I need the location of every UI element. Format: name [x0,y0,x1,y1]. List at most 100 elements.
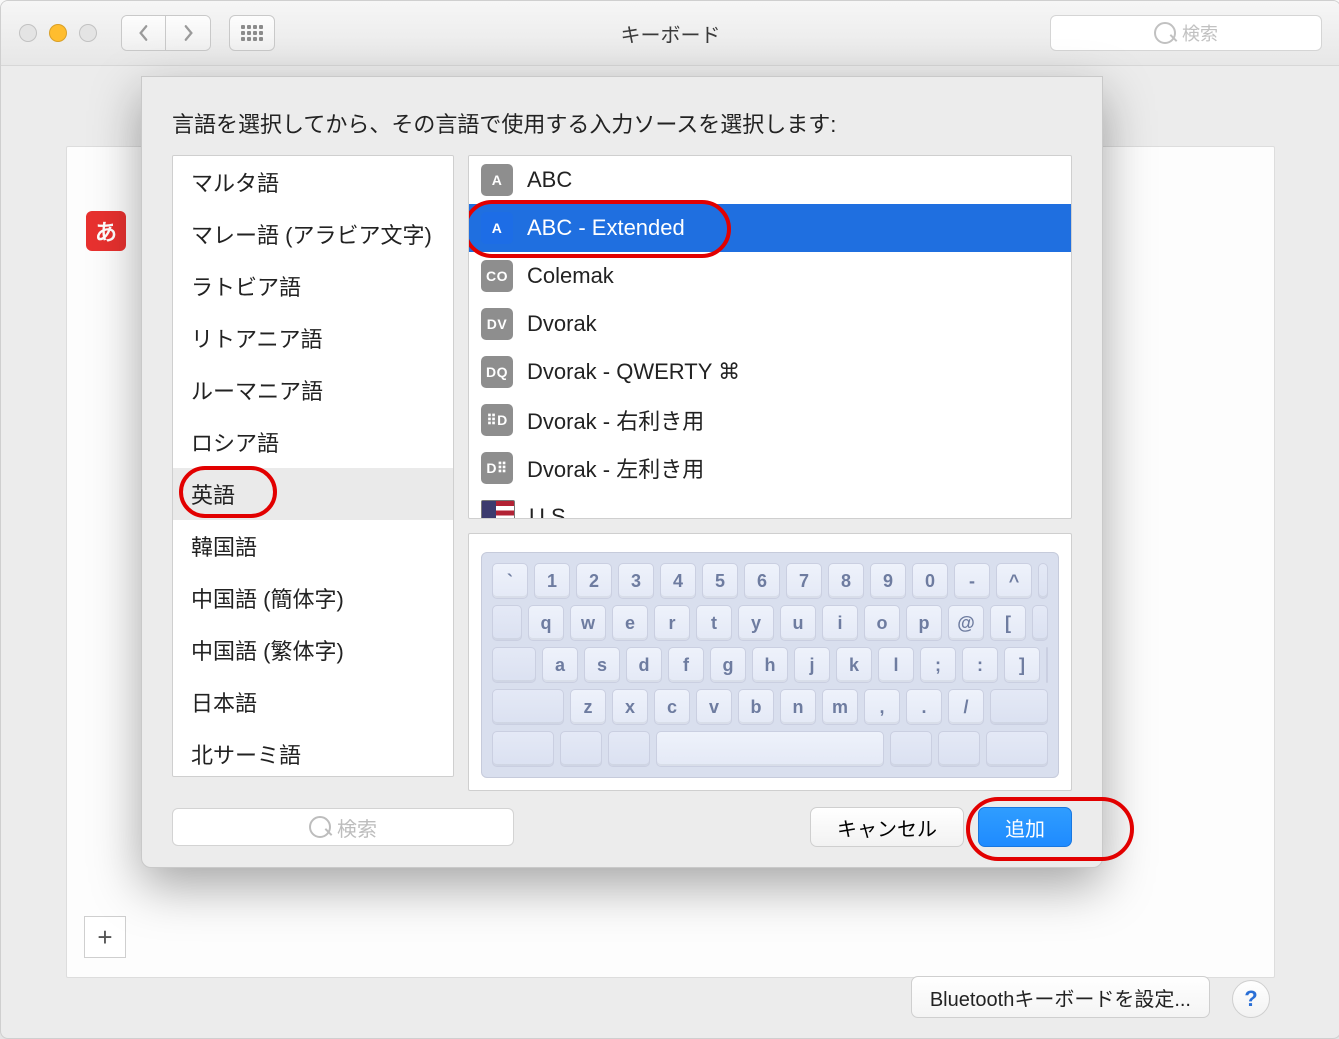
language-row[interactable]: ラトビア語 [173,260,453,312]
language-row[interactable]: 中国語 (簡体字) [173,572,453,624]
keyboard-key: t [696,605,732,641]
language-list[interactable]: マルタ語マレー語 (アラビア文字)ラトビア語リトアニア語ルーマニア語ロシア語英語… [172,155,454,777]
input-source-icon: D⠿ [481,452,513,484]
keyboard-key: k [836,647,872,683]
keyboard-key: i [822,605,858,641]
keyboard-key: y [738,605,774,641]
language-row[interactable]: 韓国語 [173,520,453,572]
input-source-row[interactable]: CO Colemak [469,252,1071,300]
language-row[interactable]: 英語 [173,468,453,520]
language-row[interactable]: ルーマニア語 [173,364,453,416]
keyboard-key: , [864,689,900,725]
keyboard-key: q [528,605,564,641]
cancel-button[interactable]: キャンセル [810,807,964,847]
keyboard-key: 8 [828,563,864,599]
sheet-search-placeholder: 検索 [337,813,377,842]
keyboard-key: h [752,647,788,683]
keyboard-key-spacer [560,731,602,767]
input-source-label: Dvorak [527,311,597,337]
keyboard-key: 3 [618,563,654,599]
keyboard-row [492,731,1048,767]
hiragana-input-icon[interactable]: あ [86,211,126,251]
keyboard-row: qwertyuiop@[ [492,605,1048,641]
keyboard-key: w [570,605,606,641]
keyboard-key: m [822,689,858,725]
annotation-language [179,466,277,518]
keyboard-key: 7 [786,563,822,599]
language-row[interactable]: リトアニア語 [173,312,453,364]
keyboard-key: v [696,689,732,725]
input-source-row[interactable]: ⠿D Dvorak - 右利き用 [469,396,1071,444]
keyboard-row: asdfghjkl;:] [492,647,1048,683]
keyboard-key: : [962,647,998,683]
keyboard-key-spacer [1046,647,1048,683]
keyboard-key: n [780,689,816,725]
input-source-label: Colemak [527,263,614,289]
keyboard-key: p [906,605,942,641]
keyboard-key: . [906,689,942,725]
input-source-row[interactable]: AABC - Extended [469,204,1071,252]
add-input-source-sheet: 言語を選択してから、その言語で使用する入力ソースを選択します: マルタ語マレー語… [141,76,1103,868]
input-source-label: U.S. [529,504,572,519]
keyboard-preview: `1234567890-^ qwertyuiop@[ asdfghjkl;:] zxc… [468,533,1072,791]
help-button[interactable]: ? [1232,980,1270,1018]
us-flag-icon [481,500,515,519]
search-icon [1154,22,1176,44]
input-source-row[interactable]: AABC [469,156,1071,204]
keyboard-key: 9 [870,563,906,599]
keyboard-key: b [738,689,774,725]
language-row[interactable]: マルタ語 [173,156,453,208]
keyboard-key-spacer [608,731,650,767]
keyboard-row: `1234567890-^ [492,563,1048,599]
keyboard-key: x [612,689,648,725]
keyboard-key: a [542,647,578,683]
keyboard-key-spacer [990,689,1048,725]
keyboard-key: ; [920,647,956,683]
window-title: キーボード [1,19,1339,48]
add-input-source-button[interactable]: + [84,916,126,958]
input-source-row[interactable]: D⠿Dvorak - 左利き用 [469,444,1071,492]
keyboard-key-spacer [986,731,1048,767]
input-source-label: Dvorak - 右利き用 [527,404,704,436]
keyboard-key: j [794,647,830,683]
keyboard-key-spacer [492,647,536,683]
sheet-search-field[interactable]: 検索 [172,808,514,846]
keyboard-key: r [654,605,690,641]
input-source-row[interactable]: DV Dvorak [469,300,1071,348]
input-source-icon: CO [481,260,513,292]
keyboard-key-spacer [492,605,522,641]
preferences-window: キーボード 検索 あ + Bluetoothキーボードを設定... ? 言語を選… [0,0,1339,1039]
language-row[interactable]: 北サーミ語 [173,728,453,777]
keyboard-row: zxcvbnm,./ [492,689,1048,725]
keyboard-key: 6 [744,563,780,599]
input-source-icon: ⠿D [481,404,513,436]
keyboard-key: [ [990,605,1026,641]
keyboard-key: c [654,689,690,725]
input-source-row[interactable]: DQDvorak - QWERTY ⌘ [469,348,1071,396]
keyboard-key: 4 [660,563,696,599]
keyboard-key: s [584,647,620,683]
keyboard-key: o [864,605,900,641]
language-row[interactable]: ロシア語 [173,416,453,468]
keyboard-key: e [612,605,648,641]
input-source-icon: A [481,164,513,196]
input-source-icon: DV [481,308,513,340]
language-row[interactable]: 中国語 (繁体字) [173,624,453,676]
bluetooth-keyboard-button[interactable]: Bluetoothキーボードを設定... [911,976,1210,1018]
input-source-icon: DQ [481,356,513,388]
input-source-list[interactable]: AABCAABC - ExtendedCOColemakDVDvorakDQDv… [468,155,1072,519]
language-row[interactable]: 日本語 [173,676,453,728]
add-button[interactable]: 追加 [978,807,1072,847]
language-row[interactable]: マレー語 (アラビア文字) [173,208,453,260]
keyboard-key: 1 [534,563,570,599]
keyboard-key: 0 [912,563,948,599]
keyboard-key: ^ [996,563,1032,599]
keyboard-key: ] [1004,647,1040,683]
keyboard-key: 5 [702,563,738,599]
keyboard-spacebar [656,731,884,767]
keyboard-key: / [948,689,984,725]
titlebar: キーボード 検索 [1,1,1339,66]
keyboard-key-spacer [492,689,564,725]
keyboard-key-spacer [890,731,932,767]
input-source-row[interactable]: U.S. [469,492,1071,519]
